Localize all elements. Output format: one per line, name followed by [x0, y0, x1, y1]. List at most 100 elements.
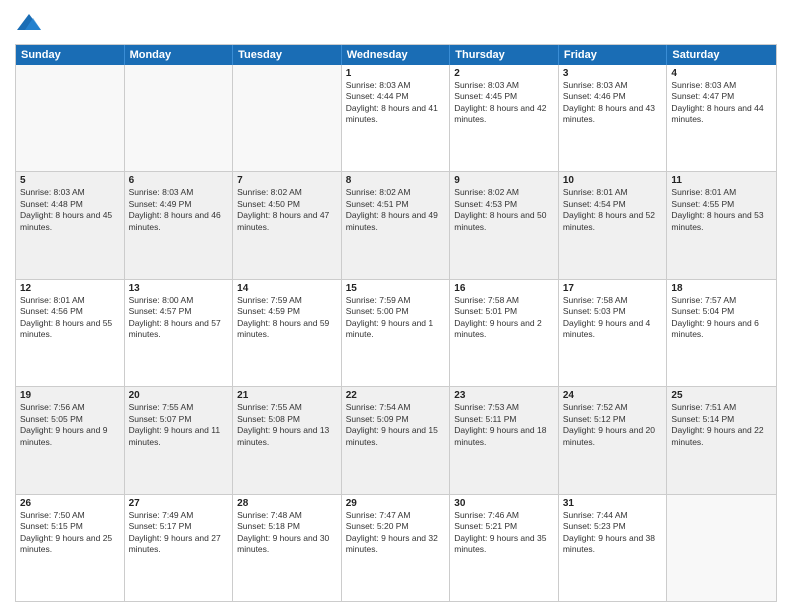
- cell-text: Sunrise: 7:46 AMSunset: 5:21 PMDaylight:…: [454, 510, 554, 556]
- logo-icon: [15, 10, 43, 38]
- day-number: 15: [346, 283, 446, 294]
- day-number: 1: [346, 68, 446, 79]
- cell-text: Sunrise: 7:53 AMSunset: 5:11 PMDaylight:…: [454, 402, 554, 448]
- cell-text: Sunrise: 7:59 AMSunset: 5:00 PMDaylight:…: [346, 295, 446, 341]
- logo: [15, 10, 47, 38]
- calendar-cell: 6 Sunrise: 8:03 AMSunset: 4:49 PMDayligh…: [125, 172, 234, 278]
- calendar-cell: 7 Sunrise: 8:02 AMSunset: 4:50 PMDayligh…: [233, 172, 342, 278]
- cell-text: Sunrise: 8:00 AMSunset: 4:57 PMDaylight:…: [129, 295, 229, 341]
- day-number: 19: [20, 390, 120, 401]
- cell-text: Sunrise: 7:51 AMSunset: 5:14 PMDaylight:…: [671, 402, 772, 448]
- day-number: 28: [237, 498, 337, 509]
- day-header-saturday: Saturday: [667, 45, 776, 65]
- day-number: 29: [346, 498, 446, 509]
- cell-text: Sunrise: 8:03 AMSunset: 4:46 PMDaylight:…: [563, 80, 663, 126]
- calendar-week-5: 26 Sunrise: 7:50 AMSunset: 5:15 PMDaylig…: [16, 494, 776, 601]
- day-number: 31: [563, 498, 663, 509]
- cell-text: Sunrise: 8:03 AMSunset: 4:45 PMDaylight:…: [454, 80, 554, 126]
- calendar-cell: 22 Sunrise: 7:54 AMSunset: 5:09 PMDaylig…: [342, 387, 451, 493]
- cell-text: Sunrise: 7:58 AMSunset: 5:01 PMDaylight:…: [454, 295, 554, 341]
- calendar-cell: 26 Sunrise: 7:50 AMSunset: 5:15 PMDaylig…: [16, 495, 125, 601]
- day-number: 3: [563, 68, 663, 79]
- day-header-tuesday: Tuesday: [233, 45, 342, 65]
- calendar-cell: 14 Sunrise: 7:59 AMSunset: 4:59 PMDaylig…: [233, 280, 342, 386]
- cell-text: Sunrise: 7:55 AMSunset: 5:07 PMDaylight:…: [129, 402, 229, 448]
- day-number: 24: [563, 390, 663, 401]
- day-number: 22: [346, 390, 446, 401]
- calendar-cell: 31 Sunrise: 7:44 AMSunset: 5:23 PMDaylig…: [559, 495, 668, 601]
- day-header-monday: Monday: [125, 45, 234, 65]
- day-number: 9: [454, 175, 554, 186]
- cell-text: Sunrise: 8:03 AMSunset: 4:44 PMDaylight:…: [346, 80, 446, 126]
- day-header-wednesday: Wednesday: [342, 45, 451, 65]
- day-number: 8: [346, 175, 446, 186]
- day-number: 11: [671, 175, 772, 186]
- calendar-cell: [667, 495, 776, 601]
- calendar-week-2: 5 Sunrise: 8:03 AMSunset: 4:48 PMDayligh…: [16, 171, 776, 278]
- day-number: 6: [129, 175, 229, 186]
- cell-text: Sunrise: 7:57 AMSunset: 5:04 PMDaylight:…: [671, 295, 772, 341]
- cell-text: Sunrise: 8:03 AMSunset: 4:48 PMDaylight:…: [20, 187, 120, 233]
- day-header-friday: Friday: [559, 45, 668, 65]
- cell-text: Sunrise: 8:01 AMSunset: 4:55 PMDaylight:…: [671, 187, 772, 233]
- day-number: 26: [20, 498, 120, 509]
- day-number: 4: [671, 68, 772, 79]
- calendar-cell: 4 Sunrise: 8:03 AMSunset: 4:47 PMDayligh…: [667, 65, 776, 171]
- calendar-week-4: 19 Sunrise: 7:56 AMSunset: 5:05 PMDaylig…: [16, 386, 776, 493]
- calendar-cell: 9 Sunrise: 8:02 AMSunset: 4:53 PMDayligh…: [450, 172, 559, 278]
- calendar-cell: 10 Sunrise: 8:01 AMSunset: 4:54 PMDaylig…: [559, 172, 668, 278]
- day-number: 17: [563, 283, 663, 294]
- cell-text: Sunrise: 7:48 AMSunset: 5:18 PMDaylight:…: [237, 510, 337, 556]
- calendar-week-1: 1 Sunrise: 8:03 AMSunset: 4:44 PMDayligh…: [16, 65, 776, 171]
- cell-text: Sunrise: 7:55 AMSunset: 5:08 PMDaylight:…: [237, 402, 337, 448]
- day-number: 30: [454, 498, 554, 509]
- day-header-thursday: Thursday: [450, 45, 559, 65]
- calendar-cell: 5 Sunrise: 8:03 AMSunset: 4:48 PMDayligh…: [16, 172, 125, 278]
- calendar-cell: 21 Sunrise: 7:55 AMSunset: 5:08 PMDaylig…: [233, 387, 342, 493]
- cell-text: Sunrise: 7:56 AMSunset: 5:05 PMDaylight:…: [20, 402, 120, 448]
- day-number: 25: [671, 390, 772, 401]
- cell-text: Sunrise: 8:02 AMSunset: 4:53 PMDaylight:…: [454, 187, 554, 233]
- day-number: 12: [20, 283, 120, 294]
- day-number: 16: [454, 283, 554, 294]
- calendar-cell: 19 Sunrise: 7:56 AMSunset: 5:05 PMDaylig…: [16, 387, 125, 493]
- calendar-cell: 11 Sunrise: 8:01 AMSunset: 4:55 PMDaylig…: [667, 172, 776, 278]
- calendar-cell: 23 Sunrise: 7:53 AMSunset: 5:11 PMDaylig…: [450, 387, 559, 493]
- cell-text: Sunrise: 7:50 AMSunset: 5:15 PMDaylight:…: [20, 510, 120, 556]
- cell-text: Sunrise: 7:58 AMSunset: 5:03 PMDaylight:…: [563, 295, 663, 341]
- calendar-cell: 16 Sunrise: 7:58 AMSunset: 5:01 PMDaylig…: [450, 280, 559, 386]
- cell-text: Sunrise: 7:44 AMSunset: 5:23 PMDaylight:…: [563, 510, 663, 556]
- cell-text: Sunrise: 7:49 AMSunset: 5:17 PMDaylight:…: [129, 510, 229, 556]
- cell-text: Sunrise: 8:01 AMSunset: 4:56 PMDaylight:…: [20, 295, 120, 341]
- cell-text: Sunrise: 8:03 AMSunset: 4:49 PMDaylight:…: [129, 187, 229, 233]
- calendar-cell: 12 Sunrise: 8:01 AMSunset: 4:56 PMDaylig…: [16, 280, 125, 386]
- calendar-cell: [16, 65, 125, 171]
- calendar-cell: 20 Sunrise: 7:55 AMSunset: 5:07 PMDaylig…: [125, 387, 234, 493]
- calendar-cell: 27 Sunrise: 7:49 AMSunset: 5:17 PMDaylig…: [125, 495, 234, 601]
- calendar-cell: [125, 65, 234, 171]
- day-header-sunday: Sunday: [16, 45, 125, 65]
- cell-text: Sunrise: 7:54 AMSunset: 5:09 PMDaylight:…: [346, 402, 446, 448]
- day-number: 20: [129, 390, 229, 401]
- calendar-cell: 18 Sunrise: 7:57 AMSunset: 5:04 PMDaylig…: [667, 280, 776, 386]
- calendar-cell: [233, 65, 342, 171]
- calendar-header: SundayMondayTuesdayWednesdayThursdayFrid…: [16, 45, 776, 65]
- cell-text: Sunrise: 8:03 AMSunset: 4:47 PMDaylight:…: [671, 80, 772, 126]
- calendar-cell: 2 Sunrise: 8:03 AMSunset: 4:45 PMDayligh…: [450, 65, 559, 171]
- cell-text: Sunrise: 7:47 AMSunset: 5:20 PMDaylight:…: [346, 510, 446, 556]
- calendar-cell: 29 Sunrise: 7:47 AMSunset: 5:20 PMDaylig…: [342, 495, 451, 601]
- day-number: 13: [129, 283, 229, 294]
- calendar-cell: 25 Sunrise: 7:51 AMSunset: 5:14 PMDaylig…: [667, 387, 776, 493]
- cell-text: Sunrise: 8:02 AMSunset: 4:50 PMDaylight:…: [237, 187, 337, 233]
- calendar-cell: 15 Sunrise: 7:59 AMSunset: 5:00 PMDaylig…: [342, 280, 451, 386]
- calendar-cell: 24 Sunrise: 7:52 AMSunset: 5:12 PMDaylig…: [559, 387, 668, 493]
- day-number: 10: [563, 175, 663, 186]
- calendar-cell: 1 Sunrise: 8:03 AMSunset: 4:44 PMDayligh…: [342, 65, 451, 171]
- day-number: 5: [20, 175, 120, 186]
- page: SundayMondayTuesdayWednesdayThursdayFrid…: [0, 0, 792, 612]
- day-number: 21: [237, 390, 337, 401]
- calendar-cell: 13 Sunrise: 8:00 AMSunset: 4:57 PMDaylig…: [125, 280, 234, 386]
- calendar-cell: 17 Sunrise: 7:58 AMSunset: 5:03 PMDaylig…: [559, 280, 668, 386]
- day-number: 27: [129, 498, 229, 509]
- day-number: 18: [671, 283, 772, 294]
